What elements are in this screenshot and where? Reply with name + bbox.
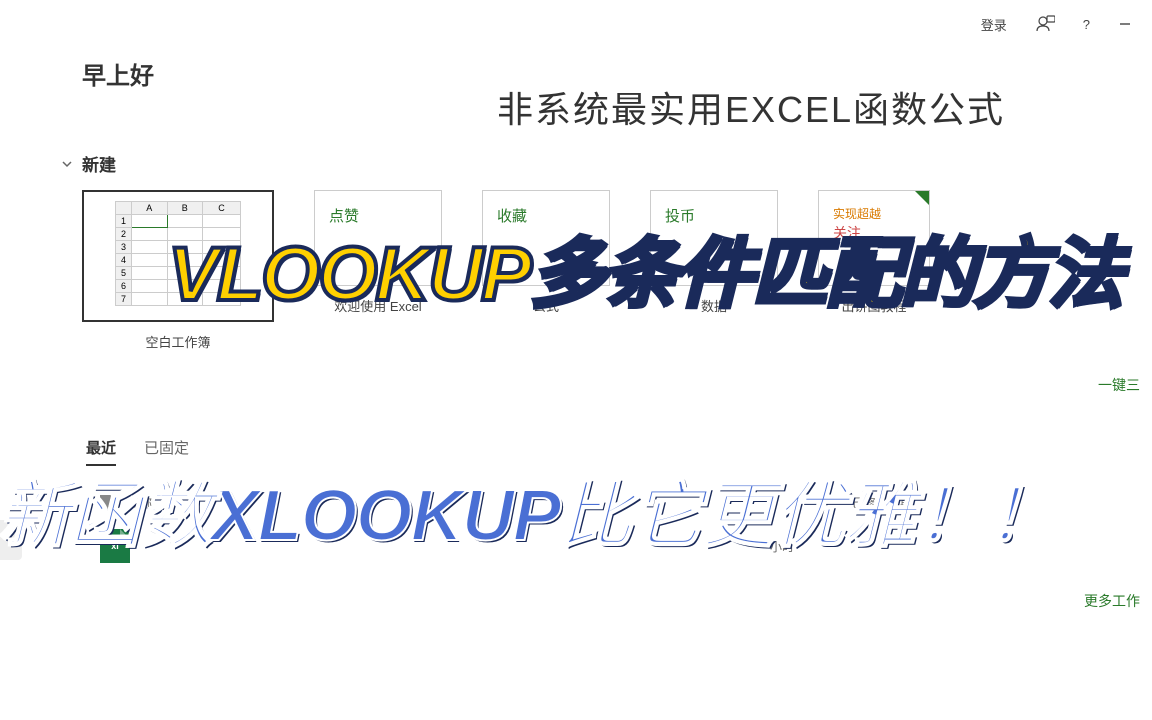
file-list-header: 名称 已修改日期: [100, 494, 1152, 511]
left-nav-strip[interactable]: [0, 520, 22, 560]
template-preview: 实现超越 关注: [818, 190, 930, 286]
template-label: 空白工作簿: [145, 332, 210, 351]
page-title: 非系统最实用EXCEL函数公式: [350, 81, 1152, 133]
new-section-header[interactable]: 新建: [60, 151, 1152, 176]
more-workbooks-link[interactable]: 更多工作: [40, 591, 1140, 611]
template-label: 出饼图教程: [841, 296, 906, 315]
file-tabs: 最近 已固定: [86, 437, 1152, 466]
col-name-header[interactable]: 名称: [100, 494, 152, 511]
template-preview: 点赞: [314, 190, 442, 286]
template-label: 公式: [533, 296, 559, 315]
col-date-header[interactable]: 已修改日期: [852, 494, 912, 511]
col-name-label: 名称: [128, 494, 152, 511]
file-date: 小时: [770, 538, 794, 555]
template-preview: 收藏: [482, 190, 610, 286]
chevron-down-icon: [60, 157, 74, 171]
template-label: 欢迎使用 Excel: [334, 296, 421, 315]
card-text: 收藏: [497, 205, 527, 226]
more-templates-link[interactable]: 一键三: [40, 375, 1140, 395]
account-icon[interactable]: [1023, 8, 1067, 40]
card-text: 实现超越: [833, 205, 881, 222]
xlsx-file-icon: xl: [100, 529, 130, 563]
file-row[interactable]: xl 小时: [100, 529, 1152, 563]
template-preview: 投币: [650, 190, 778, 286]
login-button[interactable]: 登录: [969, 9, 1019, 40]
main-content: 早上好 非系统最实用EXCEL函数公式 新建 ABC 1 2 3 4 5 6: [40, 48, 1152, 611]
new-section-title: 新建: [82, 151, 116, 176]
templates-row: ABC 1 2 3 4 5 6 7 空白工作簿 点赞 欢迎使用 Excel: [82, 190, 1152, 351]
card-text: 投币: [665, 205, 695, 226]
template-data[interactable]: 投币 数据: [650, 190, 778, 315]
template-pie[interactable]: 实现超越 关注 出饼图教程: [818, 190, 930, 315]
template-welcome[interactable]: 点赞 欢迎使用 Excel: [314, 190, 442, 315]
template-blank[interactable]: ABC 1 2 3 4 5 6 7 空白工作簿: [82, 190, 274, 351]
template-preview-blank: ABC 1 2 3 4 5 6 7: [82, 190, 274, 322]
card-text: 点赞: [329, 205, 359, 226]
corner-badge-icon: [915, 191, 929, 205]
help-button[interactable]: ?: [1071, 11, 1102, 38]
file-icon: [100, 495, 114, 511]
minimize-button[interactable]: [1106, 11, 1144, 37]
template-formula[interactable]: 收藏 公式: [482, 190, 610, 315]
template-label: 数据: [701, 296, 727, 315]
tab-recent[interactable]: 最近: [86, 437, 116, 466]
mini-spreadsheet-icon: ABC 1 2 3 4 5 6 7: [115, 201, 241, 311]
titlebar: 登录 ?: [0, 0, 1152, 48]
tab-pinned[interactable]: 已固定: [144, 437, 189, 466]
card-text-2: 关注: [833, 223, 861, 243]
